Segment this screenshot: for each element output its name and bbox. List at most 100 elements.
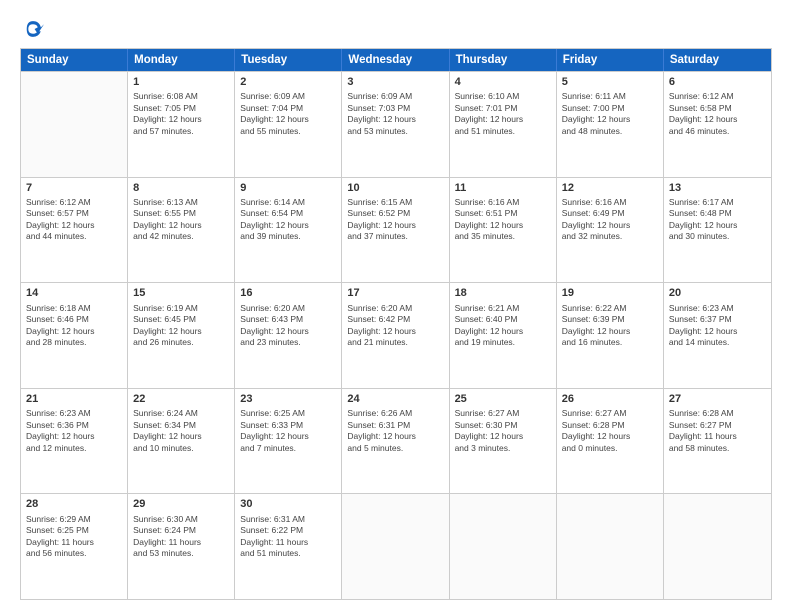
cell-info-line: Sunrise: 6:31 AM (240, 514, 336, 525)
calendar-cell: 28Sunrise: 6:29 AMSunset: 6:25 PMDayligh… (21, 494, 128, 599)
cell-info-line: and 51 minutes. (455, 126, 551, 137)
day-number: 1 (133, 75, 229, 90)
cell-info-line: Daylight: 12 hours (669, 114, 766, 125)
cell-info-line: Sunset: 6:51 PM (455, 208, 551, 219)
cell-info-line: Daylight: 12 hours (26, 431, 122, 442)
cell-info-line: and 37 minutes. (347, 231, 443, 242)
cell-info-line: Sunset: 6:36 PM (26, 420, 122, 431)
cell-info-line: and 56 minutes. (26, 548, 122, 559)
calendar-cell (450, 494, 557, 599)
day-number: 6 (669, 75, 766, 90)
cell-info-line: and 21 minutes. (347, 337, 443, 348)
cell-info-line: Sunset: 6:55 PM (133, 208, 229, 219)
cell-info-line: Sunrise: 6:24 AM (133, 408, 229, 419)
cell-info-line: Daylight: 12 hours (455, 220, 551, 231)
cell-info-line: Sunset: 7:01 PM (455, 103, 551, 114)
cell-info-line: Sunrise: 6:18 AM (26, 303, 122, 314)
calendar-cell: 10Sunrise: 6:15 AMSunset: 6:52 PMDayligh… (342, 178, 449, 283)
cell-info-line: and 42 minutes. (133, 231, 229, 242)
cell-info-line: Sunrise: 6:20 AM (347, 303, 443, 314)
cell-info-line: Sunset: 6:46 PM (26, 314, 122, 325)
cell-info-line: Sunrise: 6:27 AM (455, 408, 551, 419)
cell-info-line: Daylight: 12 hours (669, 326, 766, 337)
cell-info-line: and 53 minutes. (133, 548, 229, 559)
calendar-cell: 26Sunrise: 6:27 AMSunset: 6:28 PMDayligh… (557, 389, 664, 494)
cell-info-line: and 53 minutes. (347, 126, 443, 137)
day-number: 5 (562, 75, 658, 90)
cell-info-line: Sunset: 6:54 PM (240, 208, 336, 219)
day-number: 26 (562, 392, 658, 407)
day-number: 24 (347, 392, 443, 407)
cell-info-line: and 7 minutes. (240, 443, 336, 454)
page-header (20, 18, 772, 38)
cell-info-line: and 44 minutes. (26, 231, 122, 242)
cell-info-line: Sunset: 6:45 PM (133, 314, 229, 325)
cell-info-line: Sunset: 6:22 PM (240, 525, 336, 536)
cell-info-line: Sunset: 6:28 PM (562, 420, 658, 431)
cell-info-line: Sunset: 6:31 PM (347, 420, 443, 431)
day-number: 20 (669, 286, 766, 301)
calendar-cell: 25Sunrise: 6:27 AMSunset: 6:30 PMDayligh… (450, 389, 557, 494)
cell-info-line: Daylight: 12 hours (240, 220, 336, 231)
day-number: 7 (26, 181, 122, 196)
calendar-cell: 29Sunrise: 6:30 AMSunset: 6:24 PMDayligh… (128, 494, 235, 599)
cell-info-line: Sunrise: 6:23 AM (26, 408, 122, 419)
day-header-sunday: Sunday (21, 49, 128, 71)
calendar-row-4: 28Sunrise: 6:29 AMSunset: 6:25 PMDayligh… (21, 493, 771, 599)
cell-info-line: and 57 minutes. (133, 126, 229, 137)
cell-info-line: Sunrise: 6:14 AM (240, 197, 336, 208)
cell-info-line: and 14 minutes. (669, 337, 766, 348)
calendar-cell: 18Sunrise: 6:21 AMSunset: 6:40 PMDayligh… (450, 283, 557, 388)
cell-info-line: Sunset: 7:00 PM (562, 103, 658, 114)
cell-info-line: Sunset: 6:39 PM (562, 314, 658, 325)
cell-info-line: Sunrise: 6:09 AM (347, 91, 443, 102)
cell-info-line: and 51 minutes. (240, 548, 336, 559)
cell-info-line: Daylight: 12 hours (347, 114, 443, 125)
cell-info-line: Sunrise: 6:20 AM (240, 303, 336, 314)
calendar-cell: 20Sunrise: 6:23 AMSunset: 6:37 PMDayligh… (664, 283, 771, 388)
cell-info-line: Sunrise: 6:30 AM (133, 514, 229, 525)
cell-info-line: Sunrise: 6:09 AM (240, 91, 336, 102)
cell-info-line: Sunrise: 6:16 AM (562, 197, 658, 208)
cell-info-line: Daylight: 12 hours (133, 326, 229, 337)
cell-info-line: Daylight: 11 hours (240, 537, 336, 548)
day-number: 29 (133, 497, 229, 512)
cell-info-line: Sunrise: 6:11 AM (562, 91, 658, 102)
cell-info-line: Daylight: 12 hours (240, 326, 336, 337)
cell-info-line: Sunset: 6:58 PM (669, 103, 766, 114)
day-number: 18 (455, 286, 551, 301)
calendar-cell: 5Sunrise: 6:11 AMSunset: 7:00 PMDaylight… (557, 72, 664, 177)
logo (20, 18, 44, 38)
cell-info-line: and 58 minutes. (669, 443, 766, 454)
cell-info-line: Daylight: 11 hours (669, 431, 766, 442)
calendar-cell (557, 494, 664, 599)
cell-info-line: Sunrise: 6:12 AM (669, 91, 766, 102)
cell-info-line: Daylight: 12 hours (26, 326, 122, 337)
day-number: 21 (26, 392, 122, 407)
cell-info-line: Sunrise: 6:25 AM (240, 408, 336, 419)
cell-info-line: and 5 minutes. (347, 443, 443, 454)
cell-info-line: and 12 minutes. (26, 443, 122, 454)
day-number: 4 (455, 75, 551, 90)
cell-info-line: Sunset: 6:52 PM (347, 208, 443, 219)
cell-info-line: Sunset: 6:40 PM (455, 314, 551, 325)
day-number: 2 (240, 75, 336, 90)
cell-info-line: Sunset: 6:33 PM (240, 420, 336, 431)
cell-info-line: Sunset: 6:57 PM (26, 208, 122, 219)
cell-info-line: Daylight: 11 hours (133, 537, 229, 548)
day-number: 27 (669, 392, 766, 407)
day-number: 12 (562, 181, 658, 196)
day-number: 16 (240, 286, 336, 301)
day-number: 28 (26, 497, 122, 512)
cell-info-line: Sunset: 7:03 PM (347, 103, 443, 114)
calendar-cell: 21Sunrise: 6:23 AMSunset: 6:36 PMDayligh… (21, 389, 128, 494)
logo-icon (22, 18, 44, 40)
calendar-header: SundayMondayTuesdayWednesdayThursdayFrid… (21, 49, 771, 71)
cell-info-line: Sunset: 6:27 PM (669, 420, 766, 431)
cell-info-line: Daylight: 12 hours (240, 431, 336, 442)
cell-info-line: Sunset: 6:25 PM (26, 525, 122, 536)
cell-info-line: Daylight: 12 hours (455, 326, 551, 337)
calendar-cell: 15Sunrise: 6:19 AMSunset: 6:45 PMDayligh… (128, 283, 235, 388)
cell-info-line: and 28 minutes. (26, 337, 122, 348)
cell-info-line: Sunset: 6:49 PM (562, 208, 658, 219)
